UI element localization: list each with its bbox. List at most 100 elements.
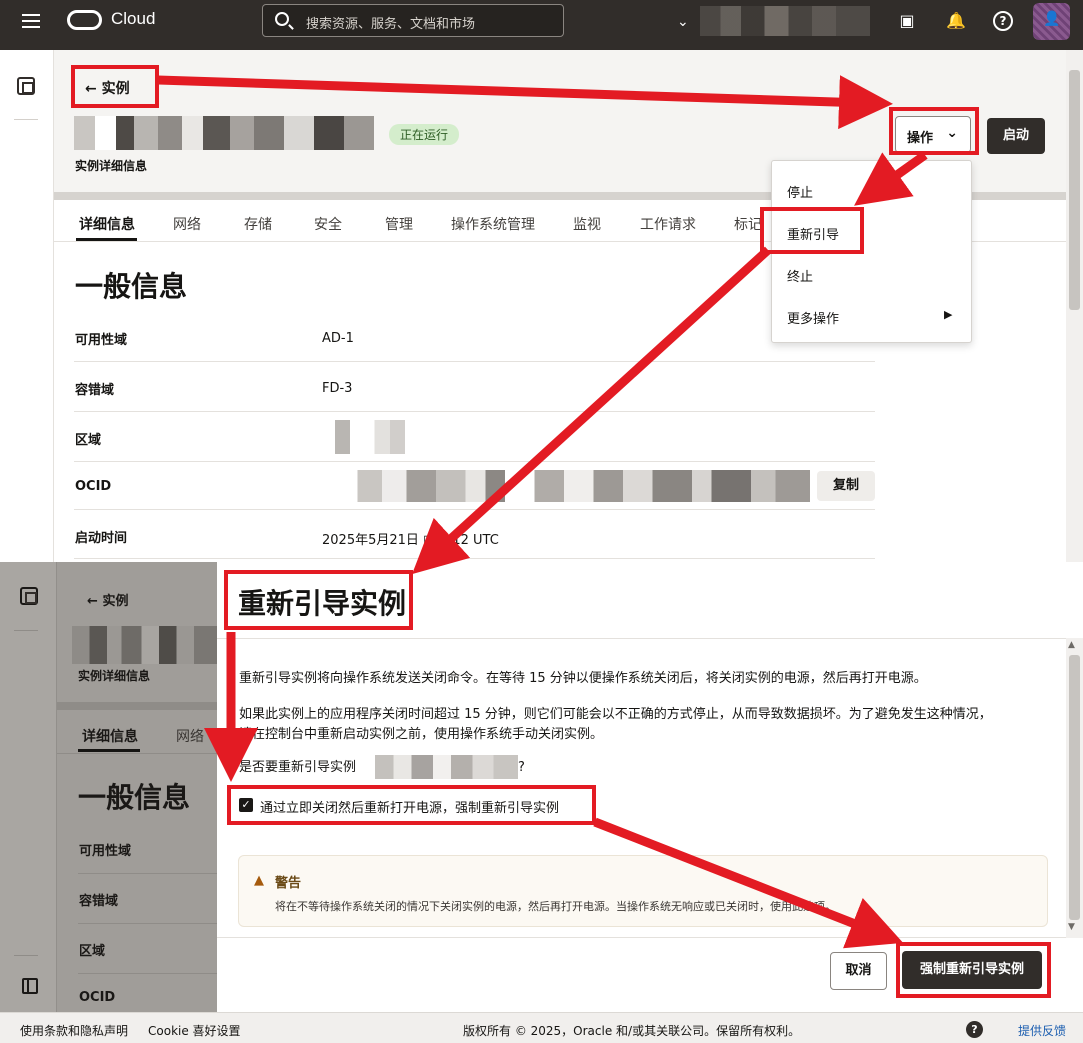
top-navigation-bar: Cloud 搜索资源、服务、文档和市场 ⌄ ▣ 🔔 ? — [0, 0, 1083, 50]
user-avatar[interactable] — [1033, 3, 1070, 40]
search-placeholder: 搜索资源、服务、文档和市场 — [306, 17, 476, 32]
row-divider — [74, 411, 875, 412]
row-divider — [74, 558, 875, 559]
row-divider — [74, 361, 875, 362]
copyright-text: 版权所有 © 2025，Oracle 和/或其关联公司。保留所有权利。 — [463, 1024, 801, 1038]
tab-work-requests[interactable]: 工作请求 — [640, 214, 696, 234]
fault-domain-label: 容错域 — [75, 383, 115, 398]
arrow-reboot-to-dialog — [412, 246, 772, 575]
annotation-box-dialog-title — [224, 570, 413, 630]
dialog-question-prefix: 是否要重新引导实例 — [239, 760, 357, 775]
dimmed-active-tab-indicator — [78, 749, 140, 752]
dimmed-label-region: 区域 — [79, 944, 106, 959]
dimmed-subtitle: 实例详细信息 — [78, 669, 151, 683]
scrollbar-thumb[interactable] — [1069, 70, 1080, 310]
dialog-footer-divider — [217, 937, 1066, 938]
back-arrow-icon: ← — [87, 594, 98, 609]
scroll-down-arrow-icon[interactable]: ▼ — [1068, 922, 1075, 932]
row-divider — [74, 509, 875, 510]
general-info-title: 一般信息 — [75, 270, 188, 303]
dimmed-left-rail — [0, 562, 57, 1012]
tab-storage[interactable]: 存储 — [244, 214, 272, 234]
warning-triangle-icon: ▲ — [254, 873, 264, 888]
search-icon — [275, 12, 289, 26]
dimmed-back-label: 实例 — [102, 594, 129, 609]
warning-text: 将在不等待操作系统关闭的情况下关闭实例的电源，然后再打开电源。当操作系统无响应或… — [275, 900, 836, 913]
launch-time-label: 启动时间 — [75, 531, 128, 546]
tab-os-management[interactable]: 操作系统管理 — [451, 214, 535, 234]
dimmed-back-link: ← 实例 — [87, 590, 128, 609]
tab-details[interactable]: 详细信息 — [79, 214, 135, 234]
page-footer: 使用条款和隐私声明 Cookie 喜好设置 版权所有 © 2025，Oracle… — [0, 1012, 1083, 1043]
menu-item-stop[interactable]: 停止 — [787, 182, 813, 201]
fault-domain-value: FD-3 — [322, 381, 353, 396]
row-divider — [78, 973, 217, 974]
dialog-paragraph-2-line-2: 请在控制台中重新启动实例之前，使用操作系统手动关闭实例。 — [239, 727, 604, 742]
dialog-paragraph-2-line-1: 如果此实例上的应用程序关闭时间超过 15 分钟，则它们可能会以不正确的方式停止，… — [239, 707, 992, 722]
annotation-box-reboot-item — [760, 207, 864, 254]
submenu-caret-right-icon: ▶ — [944, 308, 953, 321]
annotation-box-back-link — [71, 65, 159, 108]
rail-divider — [14, 630, 38, 631]
row-divider — [78, 873, 217, 874]
redacted-instance-name — [74, 116, 374, 150]
start-button[interactable]: 启动 — [987, 118, 1045, 154]
annotation-box-actions-button — [889, 107, 979, 155]
dimmed-tab-networking: 网络 — [176, 729, 204, 745]
status-badge: 正在运行 — [389, 124, 460, 145]
active-tab-indicator — [76, 238, 137, 241]
dimmed-tab-details: 详细信息 — [82, 729, 138, 745]
footer-help-icon[interactable]: ? — [966, 1021, 983, 1038]
tab-security[interactable]: 安全 — [314, 214, 342, 234]
cookie-preferences-link[interactable]: Cookie 喜好设置 — [148, 1022, 241, 1039]
redacted-region-value — [326, 420, 436, 454]
search-input[interactable]: 搜索资源、服务、文档和市场 — [262, 4, 564, 37]
availability-domain-value: AD-1 — [322, 331, 354, 346]
scroll-up-arrow-icon[interactable]: ▲ — [1068, 640, 1075, 650]
notifications-bell-icon[interactable]: 🔔 — [946, 11, 966, 31]
dimmed-header-divider — [57, 702, 217, 710]
rail-divider — [14, 955, 38, 956]
copy-ocid-button[interactable]: 复制 — [817, 471, 875, 501]
annotation-box-force-button — [896, 942, 1051, 998]
oracle-logo-icon[interactable] — [67, 10, 102, 30]
tab-networking[interactable]: 网络 — [173, 214, 201, 234]
tab-management[interactable]: 管理 — [385, 214, 413, 234]
hamburger-menu-icon[interactable] — [22, 14, 40, 28]
cancel-button[interactable]: 取消 — [830, 952, 887, 990]
warning-callout — [238, 855, 1048, 927]
menu-item-terminate[interactable]: 终止 — [787, 266, 813, 285]
ocid-label: OCID — [75, 479, 112, 494]
dialog-header-divider — [217, 638, 1066, 639]
redacted-instance-name-inline — [366, 755, 518, 779]
dialog-paragraph-1: 重新引导实例将向操作系统发送关闭命令。在等待 15 分钟以便操作系统关闭后，将关… — [239, 671, 927, 686]
cloud-shell-icon[interactable]: ▣ — [897, 11, 917, 31]
warning-title: 警告 — [275, 876, 302, 891]
left-rail — [0, 50, 54, 562]
region-chevron-down-icon[interactable]: ⌄ — [677, 14, 689, 30]
redacted-ocid-value — [318, 470, 810, 502]
terms-privacy-link[interactable]: 使用条款和隐私声明 — [20, 1022, 128, 1039]
tab-monitoring[interactable]: 监视 — [573, 214, 601, 234]
compute-chip-icon — [20, 587, 38, 605]
feedback-link[interactable]: 提供反馈 — [1018, 1022, 1066, 1039]
page-subtitle: 实例详细信息 — [75, 159, 148, 173]
help-icon[interactable]: ? — [993, 11, 1013, 31]
rail-divider — [14, 119, 38, 120]
redacted-region-name[interactable] — [700, 6, 870, 36]
tab-tags[interactable]: 标记 — [734, 214, 762, 234]
dimmed-tab-divider — [57, 753, 217, 754]
compute-chip-icon[interactable] — [17, 77, 35, 95]
redacted-instance-name — [72, 626, 217, 664]
dimmed-label-availability-domain: 可用性域 — [79, 844, 132, 859]
logo-text[interactable]: Cloud — [111, 9, 155, 29]
dimmed-label-fault-domain: 容错域 — [79, 894, 119, 909]
dimmed-section-title: 一般信息 — [78, 781, 191, 814]
region-label: 区域 — [75, 433, 102, 448]
launch-time-value: 2025年5月21日 □:4:12 UTC — [322, 533, 499, 548]
menu-item-more-actions[interactable]: 更多操作 — [787, 308, 839, 327]
availability-domain-label: 可用性域 — [75, 333, 128, 348]
annotation-box-force-checkbox — [227, 785, 596, 825]
dialog-scrollbar-thumb[interactable] — [1069, 655, 1080, 920]
collapse-sidebar-icon[interactable] — [22, 978, 38, 994]
